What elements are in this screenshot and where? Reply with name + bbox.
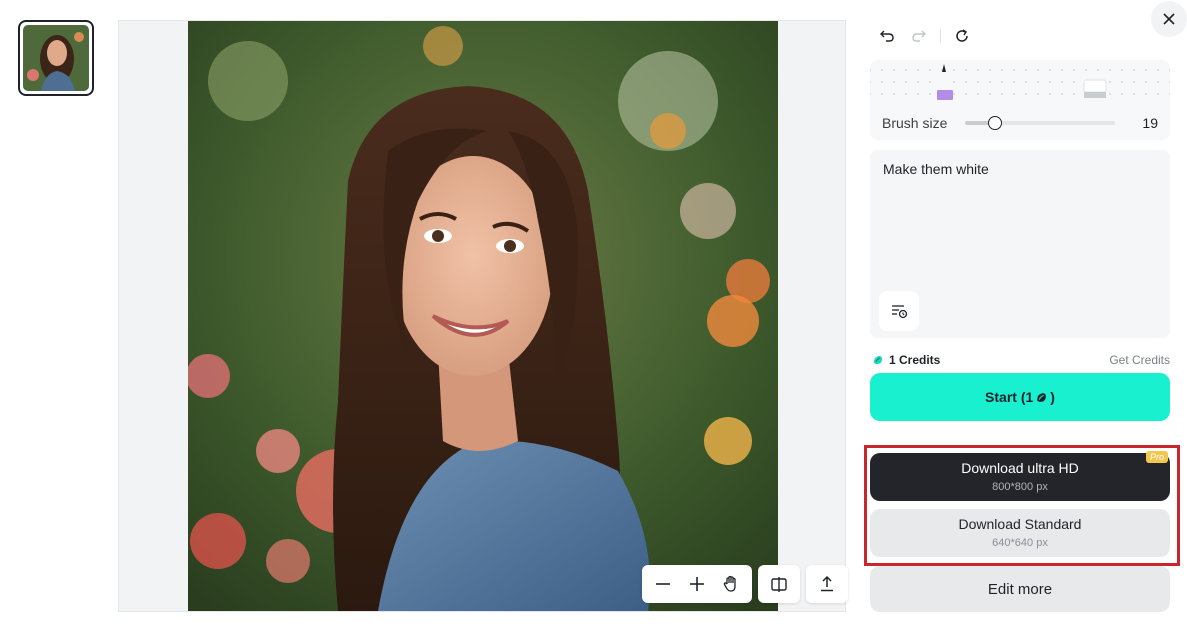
start-button-label: Start (1: [985, 389, 1034, 405]
brush-tool-preview: [870, 60, 1170, 102]
list-clock-icon: [892, 305, 908, 319]
history-controls: [876, 26, 973, 46]
pro-badge: Pro: [1145, 451, 1168, 463]
canvas-toolbar: [642, 565, 848, 603]
edit-more-label: Edit more: [987, 580, 1053, 598]
download-standard-size: 640*640 px: [992, 537, 1048, 549]
main-photo: [188, 21, 778, 611]
undo-icon[interactable]: [876, 26, 898, 46]
close-button[interactable]: [1151, 1, 1187, 37]
thumbnail-image: [23, 25, 89, 91]
refresh-icon[interactable]: [951, 26, 973, 46]
prompt-text[interactable]: Make them white: [883, 161, 989, 177]
get-credits-link[interactable]: Get Credits: [1109, 353, 1170, 367]
editor-canvas[interactable]: [118, 20, 848, 612]
credit-gem-icon: [1037, 392, 1047, 402]
prompt-input[interactable]: Make them white: [870, 150, 1170, 338]
edit-more-button[interactable]: Edit more: [870, 566, 1170, 612]
start-button[interactable]: Start (1 ): [870, 373, 1170, 421]
download-ultra-hd-label: Download ultra HD: [961, 460, 1079, 476]
hand-icon[interactable]: [714, 567, 748, 601]
credit-gem-icon: [874, 356, 882, 364]
brush-size-slider[interactable]: [965, 116, 1115, 130]
brush-size-value: 19: [1142, 115, 1158, 131]
download-standard-label: Download Standard: [958, 516, 1082, 532]
brush-panel: Brush size 19: [870, 60, 1170, 140]
credits-count: 1 Credits: [872, 353, 940, 367]
image-thumbnail[interactable]: [18, 20, 94, 96]
download-ultra-hd-size: 800*800 px: [992, 481, 1048, 493]
download-ultra-hd-button[interactable]: Download ultra HD 800*800 px Pro: [870, 451, 1170, 501]
compare-group: [758, 565, 800, 603]
start-button-suffix: ): [1050, 389, 1055, 405]
brush-size-label: Brush size: [882, 115, 948, 131]
minus-icon[interactable]: [646, 567, 680, 601]
export-icon[interactable]: [810, 567, 844, 601]
credits-label: 1 Credits: [889, 353, 941, 367]
credits-row: 1 Credits Get Credits: [870, 353, 1170, 369]
brush-size-slider-handle[interactable]: [988, 116, 1002, 130]
eraser-tool-icon: [1083, 79, 1107, 98]
prompt-history-button[interactable]: [879, 291, 919, 331]
plus-icon[interactable]: [680, 567, 714, 601]
compare-icon[interactable]: [762, 567, 796, 601]
export-group: [806, 565, 848, 603]
brush-tool-icon: [937, 64, 953, 100]
zoom-group: [642, 565, 752, 603]
download-standard-button[interactable]: Download Standard 640*640 px: [870, 509, 1170, 557]
redo-icon[interactable]: [908, 26, 930, 46]
close-icon: [1163, 13, 1175, 25]
history-divider: [940, 29, 941, 43]
